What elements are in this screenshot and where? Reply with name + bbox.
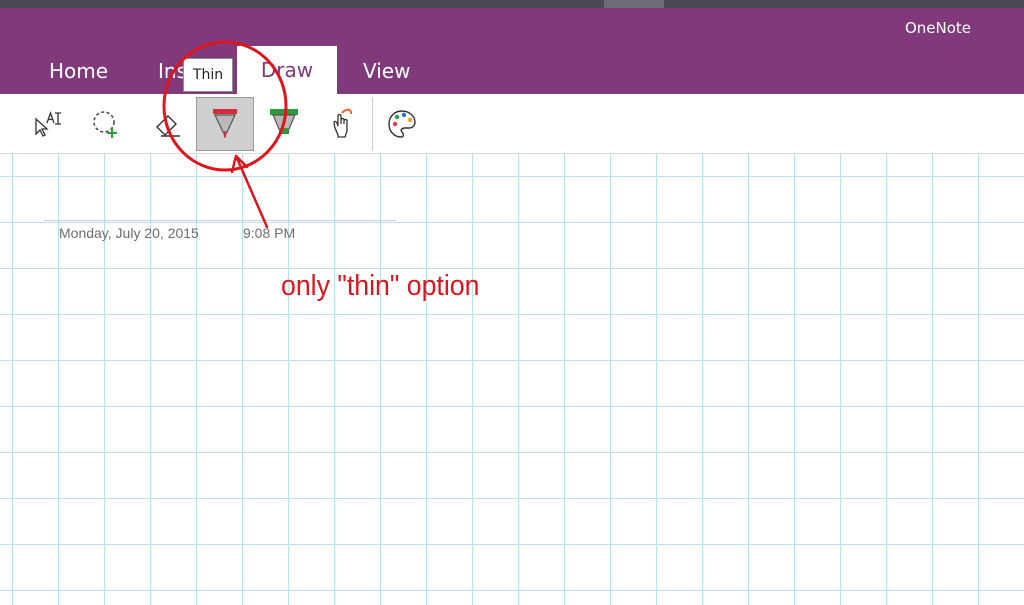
- window-top-strip: [0, 0, 1024, 8]
- eraser-icon: [156, 115, 180, 137]
- lasso-select-button[interactable]: [78, 97, 134, 151]
- touch-draw-icon: [333, 108, 353, 138]
- ribbon-divider: [372, 98, 373, 150]
- color-palette-button[interactable]: [374, 97, 430, 151]
- tab-draw[interactable]: Draw: [237, 46, 337, 94]
- draw-ribbon: [0, 94, 1024, 154]
- app-header: OneNote Home Ins Draw View: [0, 8, 1024, 94]
- annotation-text: only "thin" option: [281, 270, 480, 302]
- text-select-icon: [35, 111, 61, 137]
- page-date: Monday, July 20, 2015: [59, 225, 199, 241]
- tab-view[interactable]: View: [349, 48, 424, 94]
- note-page[interactable]: Monday, July 20, 2015 9:08 PM: [0, 154, 1024, 605]
- page-title-line[interactable]: [44, 220, 396, 221]
- thin-tooltip: Thin: [183, 58, 233, 92]
- thin-pen-icon: [213, 109, 237, 138]
- thin-pen-button[interactable]: [196, 97, 254, 151]
- top-strip-segment: [604, 0, 664, 8]
- app-title: OneNote: [904, 19, 971, 37]
- highlighter-button[interactable]: [256, 97, 312, 151]
- color-palette-icon: [388, 110, 416, 138]
- tab-home[interactable]: Home: [35, 48, 122, 94]
- lasso-select-icon: [93, 111, 117, 138]
- tab-insert[interactable]: Ins: [144, 48, 188, 94]
- eraser-button[interactable]: [138, 97, 194, 151]
- page-time: 9:08 PM: [243, 225, 296, 241]
- text-select-button[interactable]: [20, 97, 76, 151]
- highlighter-icon: [270, 109, 298, 134]
- touch-draw-button[interactable]: [313, 97, 369, 151]
